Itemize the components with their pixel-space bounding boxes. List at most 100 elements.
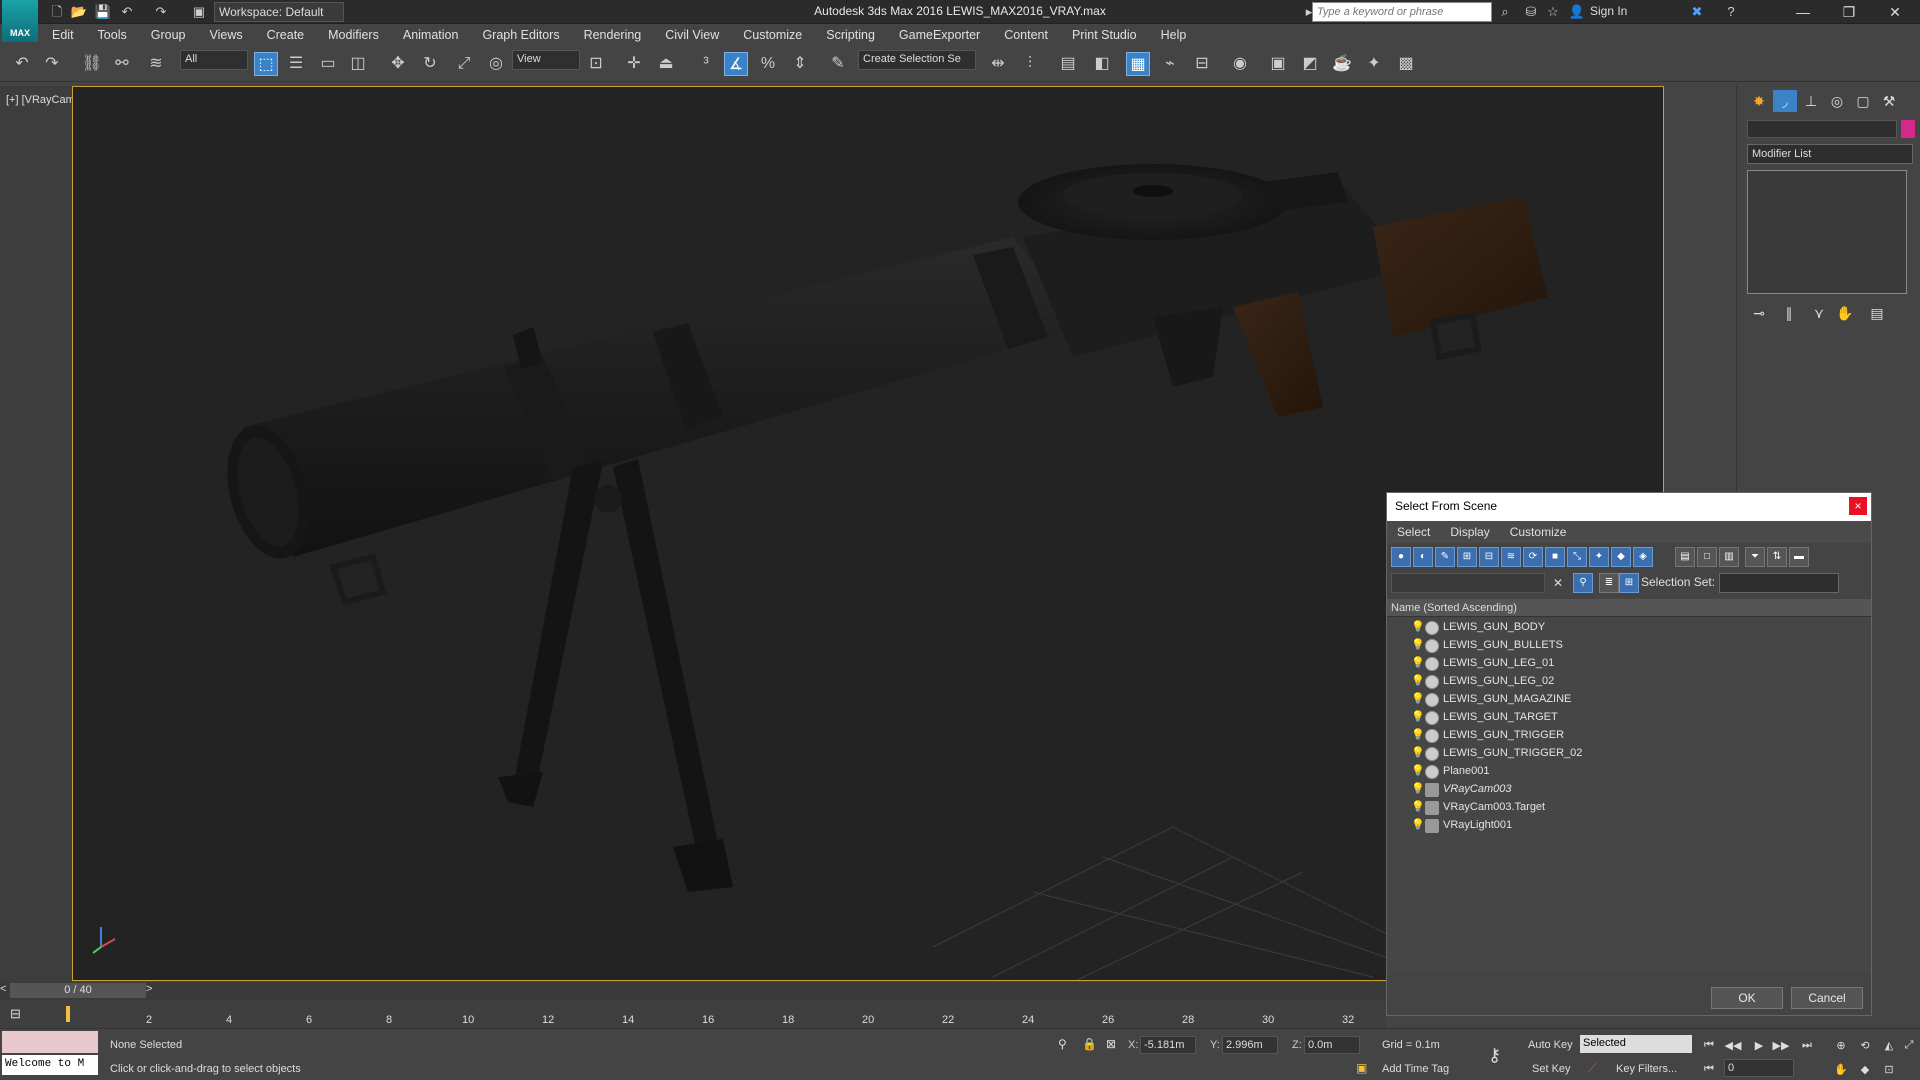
menu-rendering[interactable]: Rendering [572,28,654,42]
time-tag-icon[interactable]: ▣ [1356,1061,1367,1075]
menu-edit[interactable]: Edit [40,28,86,42]
current-frame-field[interactable]: 0 [1724,1059,1794,1077]
set-key-button[interactable]: Set Key [1532,1063,1571,1075]
display-xrefs-icon[interactable]: ■ [1545,547,1565,567]
menu-civil-view[interactable]: Civil View [653,28,731,42]
align-icon[interactable]: ⫶ [1018,52,1042,76]
open-file-icon[interactable]: 📂 [70,3,88,21]
configure-sets-icon[interactable]: ▤ [1865,302,1889,324]
display-frozen-icon[interactable]: ◆ [1611,547,1631,567]
modifier-list-dropdown[interactable]: Modifier List [1747,144,1913,164]
modifier-stack[interactable] [1747,170,1907,294]
menu-animation[interactable]: Animation [391,28,471,42]
angle-snap-icon[interactable]: ∡ [724,52,748,76]
menu-gameexporter[interactable]: GameExporter [887,28,992,42]
edit-named-selection-icon[interactable]: ✎ [826,52,850,76]
key-filters-button[interactable]: Key Filters... [1616,1063,1677,1075]
auto-key-button[interactable]: Auto Key [1528,1039,1573,1051]
render-setup-icon[interactable]: ▣ [1266,52,1290,76]
visibility-bulb-icon[interactable]: 💡 [1411,693,1425,705]
exchange-icon[interactable]: ✖ [1688,3,1706,21]
select-object-icon[interactable]: ⬚ [254,52,278,76]
invert-display-icon[interactable]: ▥ [1719,547,1739,567]
time-slider[interactable]: < 0 / 40 > [0,982,1386,1000]
menu-print-studio[interactable]: Print Studio [1060,28,1149,42]
object-name-field[interactable] [1747,120,1897,138]
bind-space-warp-icon[interactable]: ≋ [144,52,168,76]
visibility-bulb-icon[interactable]: 💡 [1411,819,1425,831]
display-lights-icon[interactable]: ✎ [1435,547,1455,567]
maxscript-listener[interactable] [2,1031,98,1053]
select-by-name-icon[interactable]: ☰ [284,52,308,76]
menu-modifiers[interactable]: Modifiers [316,28,391,42]
list-item[interactable]: 💡 LEWIS_GUN_BULLETS [1387,637,1871,655]
menu-views[interactable]: Views [197,28,254,42]
search-input[interactable]: Type a keyword or phrase [1312,2,1492,22]
display-containers-icon[interactable]: ✦ [1589,547,1609,567]
schematic-view-icon[interactable]: ⊟ [1190,52,1214,76]
display-shapes-icon[interactable]: ◐ [1413,547,1433,567]
visibility-bulb-icon[interactable]: 💡 [1411,675,1425,687]
x-coordinate-field[interactable]: -5.181m [1140,1036,1196,1054]
link-icon[interactable]: ⛓ [80,52,104,76]
mirror-icon[interactable]: ⇹ [986,52,1010,76]
sign-in-link[interactable]: Sign In [1590,4,1627,18]
display-helpers-icon[interactable]: ⊟ [1479,547,1499,567]
display-geometry-icon[interactable]: ● [1391,547,1411,567]
rendered-frame-icon[interactable]: ◩ [1298,52,1322,76]
display-none-icon[interactable]: □ [1697,547,1717,567]
dialog-close-button[interactable]: × [1849,497,1867,515]
display-bones-icon[interactable]: ⤡ [1567,547,1587,567]
visibility-bulb-icon[interactable]: 💡 [1411,729,1425,741]
y-coordinate-field[interactable]: 2.996m [1222,1036,1278,1054]
go-to-start-icon[interactable]: ⏮ [1700,1039,1718,1055]
motion-tab-icon[interactable]: ◎ [1825,90,1849,112]
make-unique-icon[interactable]: ⋎ [1807,302,1831,324]
time-slider-next-icon[interactable]: > [146,983,156,995]
cancel-button[interactable]: Cancel [1791,987,1863,1009]
visibility-bulb-icon[interactable]: 💡 [1411,621,1425,633]
create-tab-icon[interactable]: ✸ [1747,90,1771,112]
place-icon[interactable]: ◎ [484,52,508,76]
collapse-icon[interactable]: ▬ [1789,547,1809,567]
workspace-dropdown[interactable]: Workspace: Default [214,2,344,22]
list-item[interactable]: 💡 LEWIS_GUN_TRIGGER [1387,727,1871,745]
render-iterative-icon[interactable]: ✦ [1362,52,1386,76]
pivot-center-icon[interactable]: ⊡ [584,52,608,76]
zoom-icon[interactable]: ⊕ [1832,1039,1850,1055]
close-button[interactable]: ✕ [1872,0,1918,24]
modify-tab-icon[interactable]: ◞ [1773,90,1797,112]
list-item[interactable]: 💡 LEWIS_GUN_BODY [1387,619,1871,637]
dialog-menu-select[interactable]: Select [1387,525,1440,539]
pin-stack-icon[interactable]: ⊸ [1747,302,1771,324]
curve-editor-icon[interactable]: ⌁ [1158,52,1182,76]
orbit-icon[interactable]: ⟲ [1856,1039,1874,1055]
menu-graph-editors[interactable]: Graph Editors [470,28,571,42]
set-keys-icon[interactable]: ⚷ [1488,1045,1501,1066]
mini-curve-editor-icon[interactable]: ⊟ [10,1006,21,1022]
visibility-bulb-icon[interactable]: 💡 [1411,657,1425,669]
new-file-icon[interactable]: 🗋 [48,3,66,21]
rotate-icon[interactable]: ↻ [418,52,442,76]
select-manipulate-icon[interactable]: ✛ [622,52,646,76]
named-selection-dropdown[interactable]: Create Selection Se [858,50,976,70]
keyboard-shortcut-icon[interactable]: ⏏ [654,52,678,76]
next-frame-icon[interactable]: ▶▶ [1772,1039,1790,1055]
ok-button[interactable]: OK [1711,987,1783,1009]
rectangular-selection-icon[interactable]: ▭ [316,52,340,76]
menu-create[interactable]: Create [255,28,317,42]
list-item[interactable]: 💡 LEWIS_GUN_LEG_02 [1387,673,1871,691]
window-crossing-icon[interactable]: ◫ [346,52,370,76]
user-icon[interactable]: 👤 [1568,3,1586,21]
save-file-icon[interactable]: 💾 [94,3,112,21]
absolute-mode-icon[interactable]: ⊠ [1106,1037,1116,1051]
menu-group[interactable]: Group [139,28,198,42]
visibility-bulb-icon[interactable]: 💡 [1411,765,1425,777]
object-color-swatch[interactable] [1901,120,1915,138]
layer-explorer-icon[interactable]: ◧ [1090,52,1114,76]
pan-icon[interactable]: ✋ [1832,1063,1850,1079]
favorites-icon[interactable]: ☆ [1544,3,1562,21]
undo-icon[interactable]: ↶ [118,3,136,21]
time-slider-prev-icon[interactable]: < [0,983,10,995]
play-icon[interactable]: ▶ [1750,1039,1768,1055]
